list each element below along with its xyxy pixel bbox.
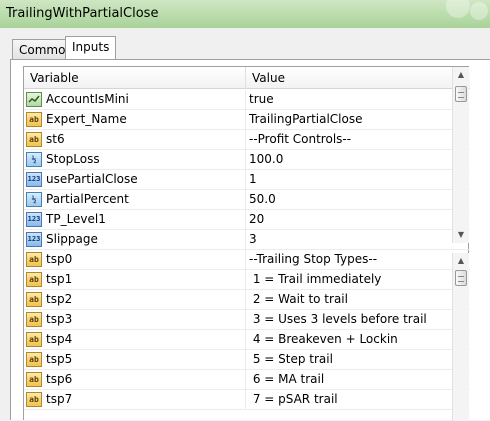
column-separator <box>245 390 246 410</box>
scroll-down-icon[interactable]: ▼ <box>455 229 467 241</box>
table-row[interactable]: ab tsp4 4 = Breakeven + Lockin <box>24 330 470 350</box>
column-separator <box>245 190 246 210</box>
table-row[interactable]: ab tsp1 1 = Trail immediately <box>24 270 470 290</box>
variable-value[interactable]: 3 = Uses 3 levels before trail <box>249 310 427 330</box>
variable-name: StopLoss <box>46 152 100 166</box>
table-row[interactable]: ab tsp0 --Trailing Stop Types-- <box>24 250 470 270</box>
vertical-scrollbar-bottom[interactable]: ▲ <box>452 253 469 421</box>
variable-value[interactable]: true <box>249 90 274 110</box>
variable-value[interactable]: --Trailing Stop Types-- <box>249 250 377 270</box>
column-separator <box>245 110 246 130</box>
string-type-icon: ab <box>26 132 42 147</box>
column-separator <box>245 90 246 110</box>
column-separator <box>245 150 246 170</box>
string-type-icon: ab <box>26 272 42 287</box>
table-row[interactable]: ½ StopLoss 100.0 <box>24 150 470 170</box>
integer-type-icon: 123 <box>26 232 42 247</box>
table-row[interactable]: 123 TP_Level1 20 <box>24 210 470 230</box>
variable-name: tsp6 <box>46 372 73 386</box>
scroll-thumb[interactable] <box>455 270 467 286</box>
double-type-icon: ½ <box>26 192 42 207</box>
header-variable[interactable]: Variable <box>24 67 79 89</box>
titlebar-glow-decoration <box>470 2 488 20</box>
tab-inputs[interactable]: Inputs <box>65 36 117 59</box>
variable-name: tsp3 <box>46 312 73 326</box>
scroll-up-icon[interactable]: ▲ <box>455 69 467 81</box>
variable-name: tsp2 <box>46 292 73 306</box>
variable-value[interactable]: TrailingPartialClose <box>249 110 362 130</box>
string-type-icon: ab <box>26 352 42 367</box>
variable-value[interactable]: --Profit Controls-- <box>249 130 351 150</box>
variable-value[interactable]: 1 = Trail immediately <box>249 270 382 290</box>
column-separator <box>245 270 246 290</box>
variable-value[interactable]: 7 = pSAR trail <box>249 390 338 410</box>
variable-value[interactable]: 100.0 <box>249 150 283 170</box>
window-title: TrailingWithPartialClose <box>6 6 159 21</box>
variable-value[interactable]: 1 <box>249 170 257 190</box>
vertical-scrollbar-top[interactable]: ▲ ▼ <box>452 67 469 243</box>
variable-value[interactable]: 20 <box>249 210 264 230</box>
column-separator <box>245 350 246 370</box>
header-value[interactable]: Value <box>246 67 285 89</box>
string-type-icon: ab <box>26 312 42 327</box>
variable-value[interactable]: 50.0 <box>249 190 276 210</box>
table-row[interactable]: ab tsp3 3 = Uses 3 levels before trail <box>24 310 470 330</box>
column-separator <box>245 210 246 230</box>
column-separator <box>245 250 246 270</box>
double-type-icon: ½ <box>26 152 42 167</box>
variable-name: tsp4 <box>46 332 73 346</box>
variable-value[interactable]: 4 = Breakeven + Lockin <box>249 330 398 350</box>
variable-value[interactable]: 3 <box>249 230 257 250</box>
string-type-icon: ab <box>26 292 42 307</box>
variable-name: st6 <box>46 132 65 146</box>
integer-type-icon: 123 <box>26 212 42 227</box>
tab-inputs-label: Inputs <box>72 40 110 54</box>
variable-name: Slippage <box>46 232 98 246</box>
string-type-icon: ab <box>26 372 42 387</box>
table-row[interactable]: ab Expert_Name TrailingPartialClose <box>24 110 470 130</box>
table-row[interactable]: 123 Slippage 3 <box>24 230 470 250</box>
inputs-grid: Variable Value AccountIsMini true ab Expert… <box>23 66 470 421</box>
variable-name: tsp1 <box>46 272 73 286</box>
variable-value[interactable]: 2 = Wait to trail <box>249 290 348 310</box>
variable-name: tsp5 <box>46 352 73 366</box>
string-type-icon: ab <box>26 392 42 407</box>
table-row[interactable]: ab st6 --Profit Controls-- <box>24 130 470 150</box>
string-type-icon: ab <box>26 252 42 267</box>
grid-header: Variable Value <box>24 67 470 89</box>
variable-name: AccountIsMini <box>46 92 129 106</box>
variable-name: tsp7 <box>46 392 73 406</box>
variable-value[interactable]: 5 = Step trail <box>249 350 333 370</box>
table-row[interactable]: ab tsp6 6 = MA trail <box>24 370 470 390</box>
column-separator <box>245 310 246 330</box>
variable-name: TP_Level1 <box>46 212 106 226</box>
string-type-icon: ab <box>26 112 42 127</box>
variable-name: PartialPercent <box>46 192 129 206</box>
bool-check-icon <box>28 95 40 103</box>
variable-name: tsp0 <box>46 252 73 266</box>
table-row[interactable]: 123 usePartialClose 1 <box>24 170 470 190</box>
table-row[interactable]: ab tsp5 5 = Step trail <box>24 350 470 370</box>
column-separator <box>245 330 246 350</box>
variable-value[interactable]: 6 = MA trail <box>249 370 324 390</box>
string-type-icon: ab <box>26 332 42 347</box>
bool-type-icon <box>26 92 42 107</box>
column-separator <box>245 230 246 250</box>
table-row[interactable]: AccountIsMini true <box>24 90 470 110</box>
table-row[interactable]: ab tsp7 7 = pSAR trail <box>24 390 470 410</box>
variable-name: Expert_Name <box>46 112 127 126</box>
column-separator <box>245 370 246 390</box>
column-separator <box>245 290 246 310</box>
titlebar-glow-decoration <box>446 0 470 18</box>
integer-type-icon: 123 <box>26 172 42 187</box>
title-bar[interactable]: TrailingWithPartialClose <box>0 0 490 28</box>
variable-name: usePartialClose <box>46 172 138 186</box>
column-separator <box>245 170 246 190</box>
scroll-thumb[interactable] <box>455 86 467 102</box>
scroll-up-icon[interactable]: ▲ <box>455 255 467 267</box>
column-separator <box>245 130 246 150</box>
table-row[interactable]: ½ PartialPercent 50.0 <box>24 190 470 210</box>
table-row[interactable]: ab tsp2 2 = Wait to trail <box>24 290 470 310</box>
